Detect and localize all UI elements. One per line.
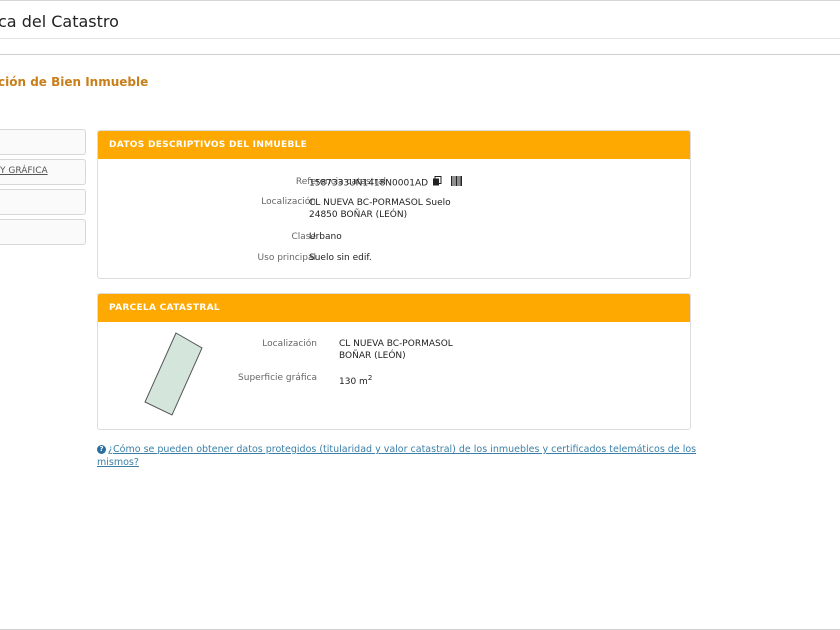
top-border (0, 0, 840, 1)
datos-descriptivos-title: DATOS DESCRIPTIVOS DEL INMUEBLE (98, 131, 690, 159)
localizacion-line-1: CL NUEVA BC-PORMASOL Suelo (309, 198, 451, 208)
side-menu: Y GRÁFICA (0, 129, 86, 249)
parcela-localizacion-line-2: BOÑAR (LEÓN) (339, 351, 406, 361)
site-title: ca del Catastro (0, 12, 119, 31)
ref-catastral-value: 1587333UN1418N0001AD (309, 178, 429, 189)
copy-icon[interactable] (432, 176, 442, 190)
side-menu-item-1[interactable] (0, 129, 86, 155)
localizacion-line-2: 24850 BOÑAR (LEÓN) (309, 210, 408, 220)
datos-descriptivos-panel: DATOS DESCRIPTIVOS DEL INMUEBLE Referenc… (97, 130, 691, 279)
parcela-localizacion-label: Localización (262, 339, 317, 349)
ref-catastral-row: 1587333UN1418N0001AD (309, 176, 463, 190)
clase-value: Urbano (309, 232, 342, 242)
site-header: ca del Catastro (0, 8, 840, 39)
side-menu-item-3[interactable] (0, 189, 86, 215)
parcela-catastral-panel: PARCELA CATASTRAL Localización CL NUEVA … (97, 293, 691, 430)
parcela-localizacion-value: CL NUEVA BC-PORMASOL BOÑAR (LEÓN) (339, 338, 453, 362)
side-menu-item-grafica[interactable]: Y GRÁFICA (0, 159, 86, 185)
localizacion-label: Localización (261, 197, 316, 207)
parcela-catastral-title: PARCELA CATASTRAL (98, 294, 690, 322)
side-menu-item-4[interactable] (0, 219, 86, 245)
superficie-number: 130 m (339, 377, 368, 387)
parcela-localizacion-line-1: CL NUEVA BC-PORMASOL (339, 339, 453, 349)
parcel-shape-drawing (144, 332, 203, 416)
help-icon: ? (97, 445, 106, 454)
protected-data-info: ? ¿Cómo se pueden obtener datos protegido… (97, 443, 697, 469)
superficie-value: 130 m2 (339, 372, 372, 388)
localizacion-value: CL NUEVA BC-PORMASOL Suelo 24850 BOÑAR (… (309, 197, 451, 221)
uso-principal-label: Uso principal (257, 253, 316, 263)
superficie-unit-exponent: 2 (367, 374, 373, 382)
protected-data-link[interactable]: ¿Cómo se pueden obtener datos protegidos… (97, 444, 696, 468)
uso-principal-value: Suelo sin edif. (309, 253, 372, 263)
header-separator (0, 54, 840, 55)
superficie-label: Superficie gráfica (238, 373, 317, 383)
side-menu-item-label[interactable]: Y GRÁFICA (0, 166, 48, 176)
page-subtitle: ción de Bien Inmueble (0, 75, 149, 89)
barcode-icon[interactable] (451, 176, 463, 190)
